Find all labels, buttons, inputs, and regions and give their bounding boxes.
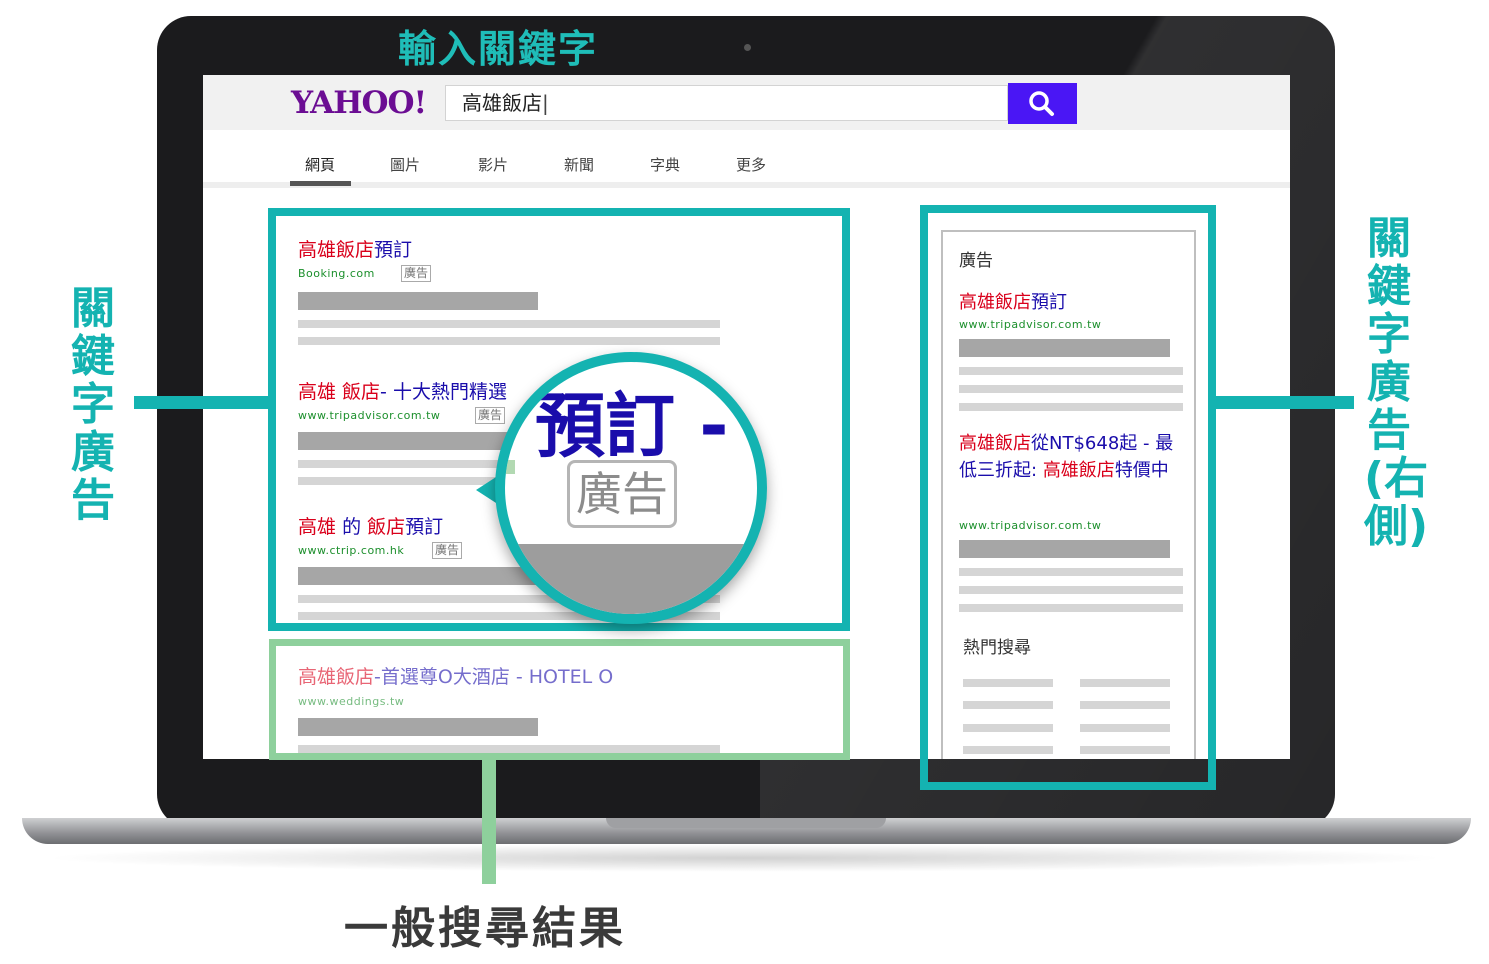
tab-more[interactable]: 更多 — [736, 154, 766, 175]
right-connector — [1216, 396, 1354, 409]
magnified-ad-badge: 廣告 — [567, 460, 677, 528]
active-tab-indicator — [290, 181, 351, 186]
right-ad-highlight — [920, 205, 1216, 790]
tab-images[interactable]: 圖片 — [390, 154, 420, 175]
organic-result-highlight — [269, 639, 850, 760]
left-connector — [134, 396, 270, 409]
search-tabs: 網頁 圖片 影片 新聞 字典 更多 — [203, 130, 1290, 188]
magnifier-icon — [1029, 91, 1054, 116]
magnified-url-fragment — [505, 460, 515, 474]
right-annotation-label: 關鍵字廣告(右側) — [1364, 213, 1429, 552]
left-annotation-label: 關鍵字廣告 — [71, 283, 115, 526]
magnified-title: 預訂 - — [535, 385, 729, 467]
organic-annotation-label: 一般搜尋結果 — [344, 903, 626, 954]
tab-web[interactable]: 網頁 — [305, 154, 335, 175]
tab-news[interactable]: 新聞 — [564, 154, 594, 175]
keyword-input-label: 輸入關鍵字 — [398, 27, 599, 71]
tab-videos[interactable]: 影片 — [478, 154, 508, 175]
camera-icon — [744, 44, 751, 51]
laptop-shadow — [40, 844, 1450, 872]
magnifier: 預訂 - 廣告 — [495, 352, 767, 624]
search-button[interactable] — [1008, 83, 1077, 124]
bottom-connector — [482, 760, 496, 884]
search-header: YAHOO! 高雄飯店| — [203, 75, 1290, 130]
search-input[interactable]: 高雄飯店| — [445, 85, 1008, 121]
laptop-notch — [606, 818, 886, 828]
tab-dictionary[interactable]: 字典 — [650, 154, 680, 175]
yahoo-logo[interactable]: YAHOO! — [291, 85, 427, 121]
search-input-value: 高雄飯店 — [462, 91, 542, 115]
magnified-placeholder — [505, 544, 757, 614]
